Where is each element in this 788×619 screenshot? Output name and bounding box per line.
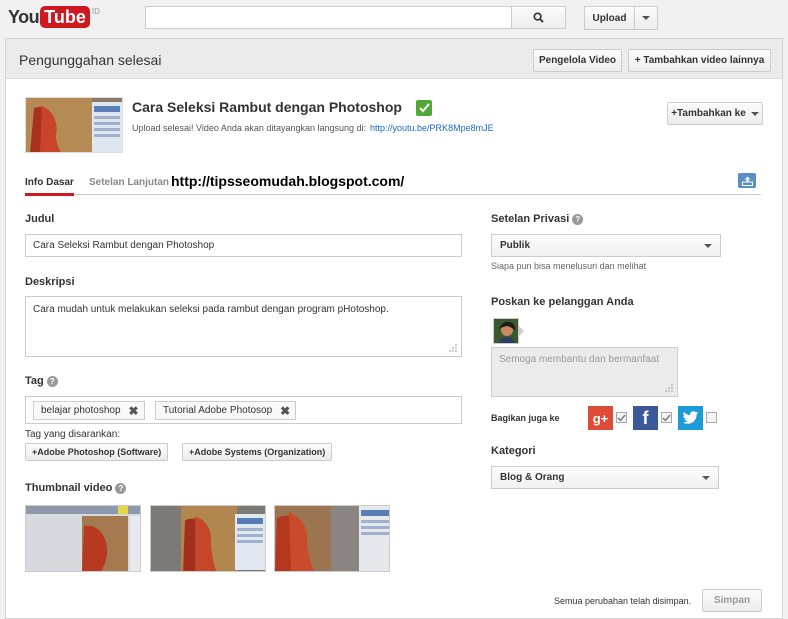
thumbnail-image xyxy=(275,506,389,571)
privacy-value: Publik xyxy=(500,240,531,251)
video-link[interactable]: http://youtu.be/PRK8Mpe8mJE xyxy=(370,123,494,133)
chevron-down-icon xyxy=(702,475,710,480)
add-to-playlist-button[interactable]: +Tambahkan ke xyxy=(667,102,763,125)
upload-button[interactable]: Upload xyxy=(584,6,634,30)
tags-input[interactable]: belajar photoshop ✖ Tutorial Adobe Photo… xyxy=(25,396,462,424)
share-button[interactable] xyxy=(738,173,756,188)
thumbnail-option[interactable] xyxy=(150,505,266,572)
resize-grip-icon[interactable] xyxy=(448,343,458,353)
check-icon xyxy=(416,100,432,116)
category-label: Kategori xyxy=(491,445,536,457)
youtube-logo[interactable]: You Tube ID xyxy=(8,6,100,28)
category-select[interactable]: Blog & Orang xyxy=(491,466,719,489)
video-manager-button[interactable]: Pengelola Video xyxy=(533,49,622,72)
thumbnail-label: Thumbnail video xyxy=(25,482,113,494)
privacy-label-row: Setelan Privasi ? xyxy=(491,213,584,225)
upload-status-text: Upload selesai! Video Anda akan ditayang… xyxy=(132,123,494,133)
video-title: Cara Seleksi Rambut dengan Photoshop xyxy=(132,99,402,115)
video-thumbnail xyxy=(25,97,123,153)
title-label: Judul xyxy=(25,213,55,225)
privacy-label: Setelan Privasi xyxy=(491,213,570,225)
saved-status-text: Semua perubahan telah disimpan. xyxy=(554,596,692,606)
chevron-down-icon xyxy=(642,16,650,20)
upload-message: Upload selesai! Video Anda akan ditayang… xyxy=(132,123,367,133)
logo-tube-text: Tube xyxy=(40,6,90,28)
logo-you-text: You xyxy=(8,7,40,27)
message-placeholder: Semoga membantu dan bermanfaat xyxy=(499,354,660,365)
thumbnail-image xyxy=(26,506,140,571)
thumbnail-image xyxy=(151,506,265,571)
description-label: Deskripsi xyxy=(25,276,75,288)
post-to-subscribers-label: Poskan ke pelanggan Anda xyxy=(491,296,634,308)
search-button[interactable] xyxy=(511,6,566,29)
tab-basic-info[interactable]: Info Dasar xyxy=(25,177,74,196)
suggested-tags-label: Tag yang disarankan: xyxy=(25,429,121,440)
tab-advanced-settings[interactable]: Setelan Lanjutan xyxy=(89,177,169,194)
subscriber-message-textarea[interactable]: Semoga membantu dan bermanfaat xyxy=(491,347,678,397)
facebook-checkbox[interactable] xyxy=(661,412,672,423)
chevron-down-icon xyxy=(704,243,712,248)
tag-chip: belajar photoshop ✖ xyxy=(33,401,145,420)
twitter-checkbox[interactable] xyxy=(706,412,717,423)
category-value: Blog & Orang xyxy=(500,472,565,483)
suggested-tag-button[interactable]: +Adobe Photoshop (Software) xyxy=(25,443,169,461)
resize-grip-icon[interactable] xyxy=(664,383,674,393)
add-more-videos-button[interactable]: + Tambahkan video lainnya xyxy=(628,49,771,72)
video-preview-image xyxy=(26,98,122,152)
tag-text: Tutorial Adobe Photosop xyxy=(163,405,273,416)
watermark-url: http://tipsseomudah.blogspot.com/ xyxy=(171,173,405,189)
tag-chip: Tutorial Adobe Photosop ✖ xyxy=(155,401,297,420)
twitter-icon[interactable] xyxy=(678,406,703,430)
masthead: You Tube ID Upload xyxy=(0,0,788,38)
save-button[interactable]: Simpan xyxy=(702,589,762,612)
upload-menu-button[interactable] xyxy=(634,6,658,30)
avatar-image xyxy=(494,319,518,343)
description-textarea[interactable]: Cara mudah untuk melakukan seleksi pada … xyxy=(25,296,462,357)
privacy-select[interactable]: Publik xyxy=(491,234,721,257)
description-text: Cara mudah untuk melakukan seleksi pada … xyxy=(33,304,389,315)
panel-header: Pengunggahan selesai Pengelola Video + T… xyxy=(6,39,782,79)
logo-region-text: ID xyxy=(91,7,100,16)
thumbnail-option[interactable] xyxy=(274,505,390,572)
help-icon[interactable]: ? xyxy=(572,213,584,225)
search-icon xyxy=(533,12,544,23)
avatar xyxy=(493,318,519,344)
tag-text: belajar photoshop xyxy=(41,405,121,416)
search-input[interactable] xyxy=(145,6,512,29)
tab-bar: Info Dasar Setelan Lanjutan http://tipss… xyxy=(25,165,761,196)
tags-label-row: Tag ? xyxy=(25,375,58,387)
google-plus-icon[interactable]: g+ xyxy=(588,406,613,430)
thumbnail-option[interactable] xyxy=(25,505,141,572)
thumbnail-label-row: Thumbnail video ? xyxy=(25,482,127,494)
upload-panel: Pengunggahan selesai Pengelola Video + T… xyxy=(5,38,783,619)
help-icon[interactable]: ? xyxy=(115,482,127,494)
suggested-tag-button[interactable]: +Adobe Systems (Organization) xyxy=(182,443,333,461)
speech-pointer xyxy=(519,326,524,336)
facebook-icon[interactable]: f xyxy=(633,406,658,430)
remove-tag-icon[interactable]: ✖ xyxy=(129,404,139,418)
upload-arrow-icon xyxy=(741,176,753,186)
add-to-label: +Tambahkan ke xyxy=(671,108,746,119)
chevron-down-icon xyxy=(750,111,759,116)
help-icon[interactable]: ? xyxy=(46,375,58,387)
remove-tag-icon[interactable]: ✖ xyxy=(280,404,290,418)
privacy-note: Siapa pun bisa menelusuri dan melihat xyxy=(491,261,647,271)
tags-label: Tag xyxy=(25,375,44,387)
google-plus-checkbox[interactable] xyxy=(616,412,627,423)
share-also-label: Bagikan juga ke xyxy=(491,413,560,423)
title-input[interactable]: Cara Seleksi Rambut dengan Photoshop xyxy=(25,234,462,257)
page-title: Pengunggahan selesai xyxy=(19,52,162,68)
